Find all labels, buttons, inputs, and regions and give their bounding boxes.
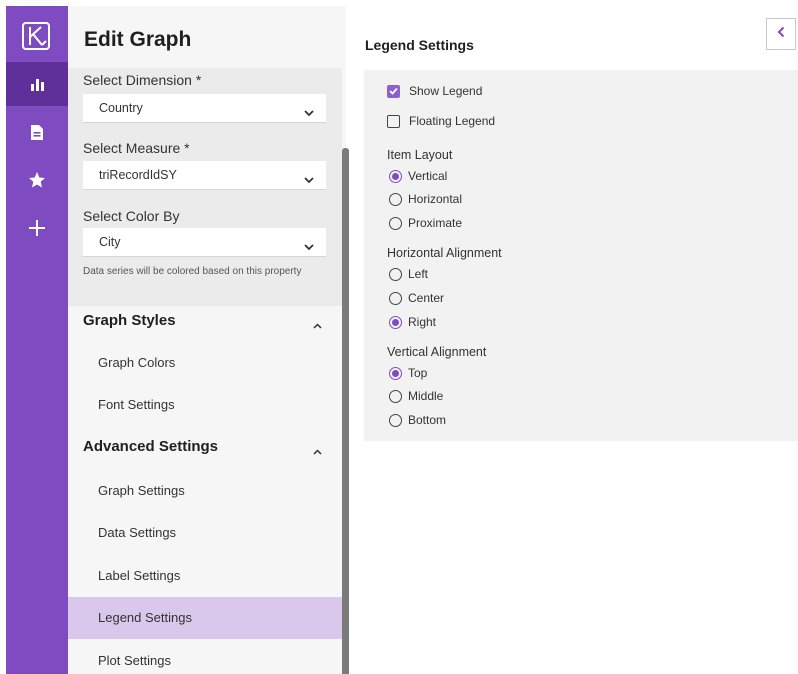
radio-bottom[interactable]: Bottom [389,413,446,427]
radio-vertical[interactable]: Vertical [389,169,447,183]
menu-item-data-settings[interactable]: Data Settings [68,512,342,554]
menu-item-graph-settings[interactable]: Graph Settings [68,470,342,512]
radio-label: Vertical [408,169,448,183]
menu-item-label: Legend Settings [98,610,192,625]
radio-center[interactable]: Center [389,291,444,305]
vertical-alignment-label: Vertical Alignment [387,345,487,359]
radio-unselected-icon [389,389,402,403]
horizontal-alignment-label: Horizontal Alignment [387,246,502,260]
measure-label: Select Measure * [83,140,190,156]
edit-graph-panel: Edit Graph Select Dimension * Country Se… [68,6,346,674]
bar-chart-icon[interactable] [6,62,68,106]
plus-icon[interactable] [6,206,68,250]
menu-item-plot-settings[interactable]: Plot Settings [68,640,342,674]
chevron-down-icon [304,238,314,256]
radio-label: Proximate [408,216,463,230]
menu-item-label: Font Settings [98,397,175,412]
panel-scrollbar[interactable] [342,148,349,674]
collapse-panel-button[interactable] [766,18,796,50]
radio-top[interactable]: Top [389,366,427,380]
panel-title: Edit Graph [84,28,192,51]
floating-legend-checkbox[interactable]: Floating Legend [387,114,495,128]
radio-label: Left [408,267,429,281]
logo-icon[interactable] [20,20,52,52]
radio-proximate[interactable]: Proximate [389,216,462,230]
radio-selected-icon [389,366,402,380]
menu-item-label: Graph Colors [98,355,176,370]
menu-item-label: Plot Settings [98,653,171,668]
color-by-value: City [99,235,121,249]
radio-label: Top [408,366,428,380]
radio-unselected-icon [389,216,402,230]
measure-select[interactable]: triRecordIdSY [83,161,326,190]
radio-right[interactable]: Right [389,315,436,329]
advanced-settings-header[interactable]: Advanced Settings [68,426,342,468]
show-legend-checkbox[interactable]: Show Legend [387,84,482,98]
chevron-up-icon [313,316,322,334]
section-title: Graph Styles [83,312,176,329]
measure-value: triRecordIdSY [99,168,177,182]
menu-item-label: Graph Settings [98,483,185,498]
dimension-select[interactable]: Country [83,94,326,123]
color-by-label: Select Color By [83,208,180,224]
checkbox-checked-icon [387,84,400,98]
radio-unselected-icon [389,192,402,206]
color-by-hint: Data series will be colored based on thi… [83,266,302,277]
section-title: Advanced Settings [83,438,219,455]
radio-selected-icon [389,169,402,183]
radio-selected-icon [389,315,402,329]
legend-settings-title: Legend Settings [365,37,474,53]
menu-item-label: Data Settings [98,525,177,540]
menu-item-label-settings[interactable]: Label Settings [68,555,342,597]
nav-rail [6,6,68,674]
color-by-select[interactable]: City [83,228,326,257]
radio-unselected-icon [389,291,402,305]
radio-middle[interactable]: Middle [389,389,443,403]
radio-unselected-icon [389,267,402,281]
item-layout-label: Item Layout [387,148,453,162]
radio-label: Center [408,291,445,305]
menu-item-font-settings[interactable]: Font Settings [68,384,342,426]
menu-item-label: Label Settings [98,568,181,583]
chevron-up-icon [313,442,322,460]
graph-styles-header[interactable]: Graph Styles [68,300,342,342]
radio-horizontal[interactable]: Horizontal [389,192,462,206]
data-form: Select Dimension * Country Select Measur… [68,68,342,306]
show-legend-label: Show Legend [409,84,483,98]
radio-unselected-icon [389,413,402,427]
floating-legend-label: Floating Legend [409,114,496,128]
radio-label: Middle [408,389,444,403]
menu-item-graph-colors[interactable]: Graph Colors [68,342,342,384]
document-icon[interactable] [6,110,68,154]
chevron-left-icon [777,25,785,43]
chevron-down-icon [304,104,314,122]
radio-label: Horizontal [408,192,463,206]
dimension-label: Select Dimension * [83,72,202,88]
menu-item-legend-settings[interactable]: Legend Settings [68,597,342,639]
dimension-value: Country [99,101,143,115]
star-icon[interactable] [6,158,68,202]
chevron-down-icon [304,171,314,189]
checkbox-unchecked-icon [387,114,400,128]
radio-label: Bottom [408,413,447,427]
radio-label: Right [408,315,437,329]
radio-left[interactable]: Left [389,267,428,281]
